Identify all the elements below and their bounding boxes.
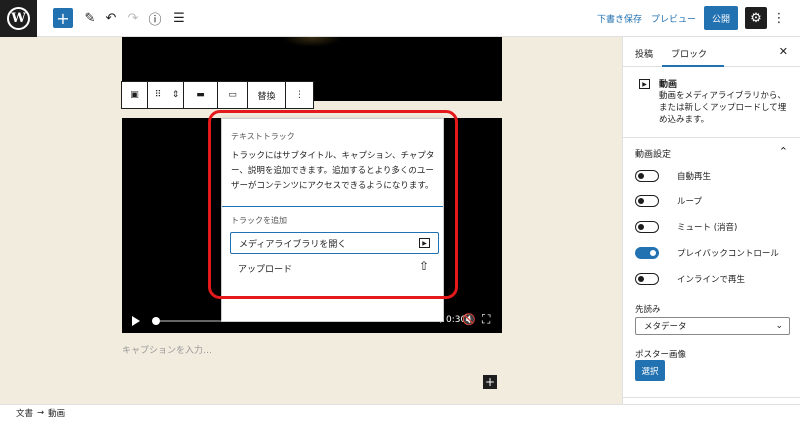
info-icon[interactable]: ⓘ xyxy=(145,8,165,28)
plus-icon: + xyxy=(484,375,496,389)
breadcrumb-document[interactable]: 文書 xyxy=(16,407,33,419)
block-name: 動画 xyxy=(659,80,678,90)
toggle-label: 自動再生 xyxy=(677,172,712,182)
close-icon[interactable]: ✕ xyxy=(779,45,788,58)
toggle-autoplay[interactable]: 自動再生 xyxy=(635,169,711,183)
video-block-icon: ▶ xyxy=(639,79,650,89)
toggle-switch[interactable] xyxy=(635,247,659,259)
video-frame-glow xyxy=(282,37,342,47)
preload-value: メタデータ xyxy=(644,322,687,332)
toggle-playback-controls[interactable]: プレイバックコントロール xyxy=(635,246,779,260)
preview-button[interactable]: プレビュー xyxy=(651,12,696,25)
caption-input[interactable]: キャプションを入力… xyxy=(122,343,212,356)
block-type-video-icon[interactable]: ▣ xyxy=(122,82,148,108)
settings-button[interactable]: ⚙ xyxy=(745,7,767,29)
poster-image-label: ポスター画像 xyxy=(635,350,687,360)
inline-add-block-button[interactable]: + xyxy=(483,375,497,389)
fullscreen-icon[interactable]: ⛶ xyxy=(482,312,490,327)
settings-sidebar: 投稿 ブロック ✕ ▶ 動画 動画をメディアライブラリから、または新しくアップロ… xyxy=(622,37,800,404)
wordpress-logo[interactable]: W xyxy=(0,0,37,37)
select-poster-button[interactable]: 選択 xyxy=(635,360,665,381)
chevron-up-icon[interactable]: ⌃ xyxy=(779,145,788,158)
save-draft-button[interactable]: 下書き保存 xyxy=(597,12,642,25)
block-toolbar: ▣ ⠿ ⇕ ▬ ▭ 替換 ⋮ xyxy=(121,81,314,109)
add-block-button[interactable]: + xyxy=(53,8,73,28)
tab-post[interactable]: 投稿 xyxy=(635,47,653,60)
breadcrumb: 文書 → 動画 xyxy=(0,404,800,421)
drag-handle-icon[interactable]: ⠿ xyxy=(148,82,168,108)
block-description: 動画をメディアライブラリから、または新しくアップロードして埋め込みます。 xyxy=(659,91,787,125)
toggle-switch[interactable] xyxy=(635,195,659,207)
move-up-down-icon[interactable]: ⇕ xyxy=(168,82,184,108)
toggle-label: インラインで再生 xyxy=(677,275,746,285)
breadcrumb-video[interactable]: 動画 xyxy=(48,407,65,419)
chevron-down-icon: ⌄ xyxy=(775,321,783,331)
text-track-icon[interactable]: ▭ xyxy=(218,82,248,108)
toggle-switch[interactable] xyxy=(635,273,659,285)
preload-label: 先読み xyxy=(635,305,661,315)
redo-icon[interactable]: ↷ xyxy=(123,8,143,28)
tab-block[interactable]: ブロック xyxy=(671,47,707,60)
toggle-loop[interactable]: ループ xyxy=(635,194,702,208)
more-vertical-icon[interactable]: ⋮ xyxy=(769,8,789,28)
annotation-highlight xyxy=(208,110,458,299)
undo-icon[interactable]: ↶ xyxy=(101,8,121,28)
mute-icon[interactable]: 🔇 xyxy=(462,313,476,326)
divider xyxy=(623,397,800,398)
gear-icon: ⚙ xyxy=(750,10,762,26)
scrub-handle[interactable] xyxy=(152,317,160,325)
pencil-icon[interactable]: ✎ xyxy=(80,8,100,28)
divider xyxy=(623,137,800,138)
publish-button[interactable]: 公開 xyxy=(704,6,738,30)
align-icon[interactable]: ▬ xyxy=(184,82,218,108)
active-tab-indicator xyxy=(662,65,724,67)
toggle-switch[interactable] xyxy=(635,221,659,233)
toggle-label: ミュート (消音) xyxy=(677,223,738,233)
editor-canvas: ▣ ⠿ ⇕ ▬ ▭ 替換 ⋮ 0:00 / 0:30 🔇 ⛶ テキストトラック … xyxy=(0,37,622,404)
toggle-label: ループ xyxy=(677,197,702,207)
list-view-icon[interactable]: ☰ xyxy=(169,8,189,28)
replace-button[interactable]: 替換 xyxy=(248,82,286,108)
preload-select[interactable]: メタデータ ⌄ xyxy=(635,317,790,335)
wordpress-logo-mark: W xyxy=(7,7,30,30)
plus-icon: + xyxy=(56,8,70,28)
block-options-icon[interactable]: ⋮ xyxy=(286,82,313,108)
toggle-muted[interactable]: ミュート (消音) xyxy=(635,220,737,234)
toggle-switch[interactable] xyxy=(635,170,659,182)
toggle-plays-inline[interactable]: インラインで再生 xyxy=(635,272,745,286)
video-settings-title[interactable]: 動画設定 xyxy=(635,147,671,160)
breadcrumb-arrow: → xyxy=(37,408,45,418)
play-icon[interactable] xyxy=(132,316,140,326)
toggle-label: プレイバックコントロール xyxy=(677,249,779,259)
sidebar-tabs: 投稿 ブロック ✕ xyxy=(623,37,800,67)
top-toolbar: W + ✎ ↶ ↷ ⓘ ☰ 下書き保存 プレビュー 公開 ⚙ ⋮ xyxy=(0,0,800,37)
